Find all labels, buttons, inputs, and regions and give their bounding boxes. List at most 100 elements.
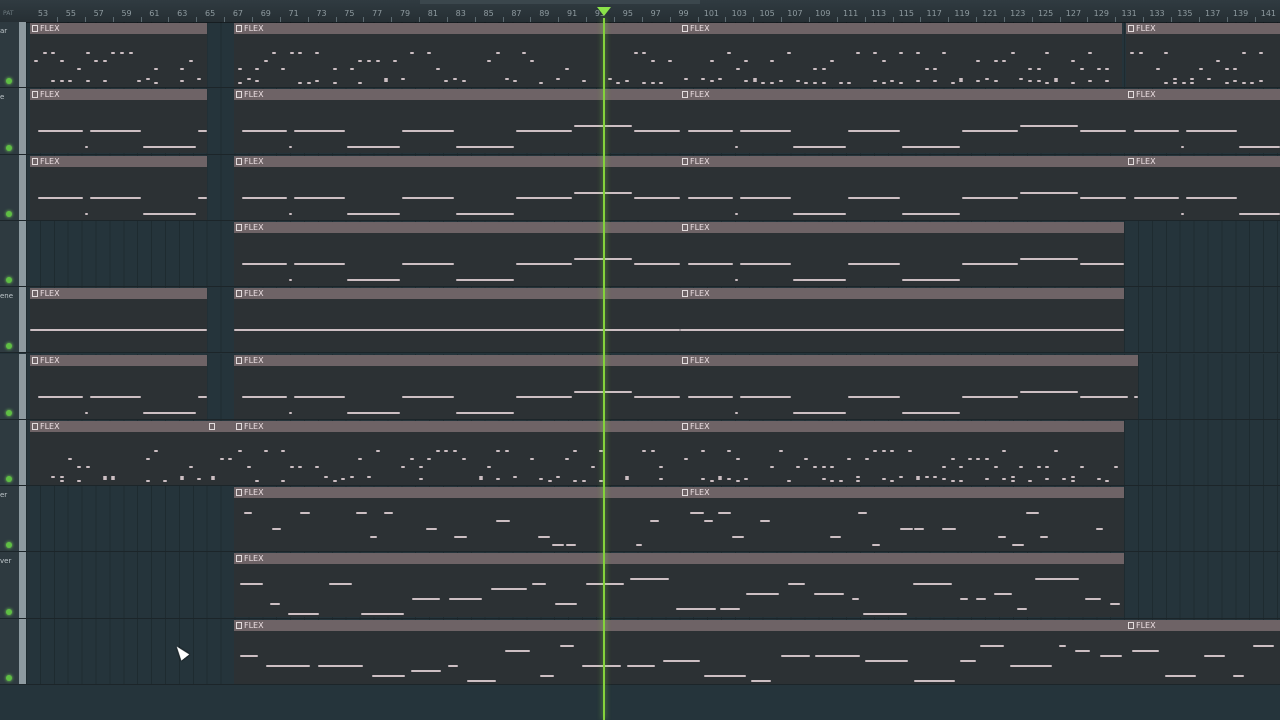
track-resize-grip[interactable] (19, 618, 26, 684)
pattern-clip[interactable]: FLEX (30, 23, 207, 87)
clip-header[interactable]: FLEX (1126, 89, 1280, 101)
pattern-clip[interactable]: FLEX (30, 155, 207, 220)
clip-header[interactable]: FLEX (234, 288, 680, 300)
track-resize-grip[interactable] (19, 419, 26, 486)
track-mute-led-icon[interactable] (6, 277, 12, 284)
track-header[interactable]: er (0, 486, 20, 552)
pattern-box-icon[interactable] (682, 356, 688, 364)
clip-header[interactable]: FLEX (234, 420, 680, 432)
clip-header[interactable]: FLEX (680, 487, 1124, 499)
track-mute-led-icon[interactable] (6, 476, 12, 483)
pattern-box-icon[interactable] (236, 157, 242, 165)
pattern-clip[interactable]: FLEX (680, 23, 1122, 87)
playlist-track[interactable]: e FLEX FLEX FLEX FLEX (0, 88, 1280, 155)
clip-header[interactable]: FLEX (30, 155, 207, 167)
track-resize-grip[interactable] (19, 220, 26, 287)
pattern-clip[interactable]: FLEX (234, 420, 680, 485)
clip-header[interactable]: FLEX (234, 155, 680, 167)
track-mute-led-icon[interactable] (6, 608, 12, 615)
pattern-box-icon[interactable] (32, 157, 38, 165)
pattern-clip[interactable]: FLEX (680, 354, 1138, 419)
clip-header[interactable]: FLEX (1126, 23, 1280, 34)
playlist-track[interactable]: ene FLEX FLEX FLEX (0, 287, 1280, 354)
pattern-clip[interactable]: FLEX (1126, 619, 1280, 684)
pattern-box-icon[interactable] (682, 223, 688, 231)
pattern-box-icon[interactable] (682, 422, 688, 430)
playlist-track[interactable]: FLEX FLEX (0, 618, 1280, 685)
pattern-box-icon[interactable] (32, 422, 38, 430)
pattern-box-icon[interactable] (682, 157, 688, 165)
pattern-clip[interactable]: FLEX (680, 155, 1126, 220)
pattern-box-icon[interactable] (1128, 621, 1134, 629)
track-mute-led-icon[interactable] (6, 542, 12, 549)
playhead-marker-icon[interactable] (597, 7, 611, 16)
track-mute-led-icon[interactable] (6, 343, 12, 350)
clip-header[interactable]: FLEX (680, 354, 1138, 366)
pattern-clip[interactable]: FLEX (1126, 23, 1280, 87)
track-mute-led-icon[interactable] (6, 409, 12, 416)
playlist-track[interactable]: FLEX FLEX FLEX FLEX (0, 154, 1280, 221)
track-mute-led-icon[interactable] (6, 144, 12, 151)
track-resize-grip[interactable] (19, 154, 26, 220)
track-mute-led-icon[interactable] (6, 210, 12, 217)
track-header[interactable] (0, 419, 20, 486)
clip-header[interactable]: FLEX (30, 420, 207, 432)
pattern-box-icon[interactable] (236, 621, 242, 629)
clip-header[interactable]: FLEX (680, 23, 1122, 34)
pattern-clip[interactable]: FLEX (234, 354, 680, 419)
pattern-clip[interactable]: FLEX (30, 420, 207, 485)
track-resize-grip[interactable] (19, 552, 26, 618)
playlist-track[interactable]: ver FLEX (0, 552, 1280, 619)
pattern-clip[interactable]: FLEX (234, 155, 680, 220)
track-resize-grip[interactable] (19, 353, 26, 419)
clip-header[interactable] (207, 420, 234, 432)
pattern-clip[interactable]: FLEX (234, 487, 680, 552)
track-header[interactable] (0, 618, 20, 684)
clip-header[interactable]: FLEX (680, 221, 1124, 233)
pattern-clip[interactable]: FLEX (30, 288, 207, 353)
pattern-box-icon[interactable] (209, 422, 215, 430)
track-header[interactable] (0, 353, 20, 419)
clip-header[interactable]: FLEX (680, 420, 1124, 432)
pattern-box-icon[interactable] (1128, 157, 1134, 165)
playlist-track[interactable]: FLEX FLEX (0, 220, 1280, 288)
clip-header[interactable]: FLEX (30, 354, 207, 366)
track-resize-grip[interactable] (19, 88, 26, 154)
pattern-box-icon[interactable] (236, 422, 242, 430)
track-mute-led-icon[interactable] (6, 674, 12, 681)
playlist-track[interactable]: FLEX FLEX FLEX (0, 419, 1280, 487)
playhead-line[interactable] (603, 18, 605, 720)
pattern-clip[interactable]: FLEX (234, 288, 680, 353)
pattern-box-icon[interactable] (682, 25, 688, 32)
clip-header[interactable]: FLEX (30, 23, 207, 34)
track-header[interactable]: e (0, 88, 20, 154)
track-header[interactable] (0, 154, 20, 220)
pattern-box-icon[interactable] (682, 489, 688, 497)
clip-header[interactable]: FLEX (1126, 155, 1280, 167)
track-header[interactable]: ene (0, 287, 20, 353)
clip-header[interactable]: FLEX (30, 89, 207, 101)
pattern-clip[interactable]: FLEX (1126, 89, 1280, 154)
pattern-box-icon[interactable] (32, 290, 38, 298)
pattern-box-icon[interactable] (32, 25, 38, 32)
pattern-clip[interactable]: FLEX (234, 619, 1126, 684)
pattern-box-icon[interactable] (236, 25, 242, 32)
pattern-clip[interactable]: FLEX (1126, 155, 1280, 220)
clip-header[interactable]: FLEX (234, 487, 680, 499)
pattern-clip[interactable]: FLEX (680, 487, 1124, 552)
clip-header[interactable]: FLEX (234, 553, 1124, 565)
track-header[interactable]: ver (0, 552, 20, 618)
pattern-clip[interactable] (207, 420, 234, 485)
track-mute-led-icon[interactable] (6, 78, 12, 85)
pattern-box-icon[interactable] (236, 91, 242, 99)
pattern-box-icon[interactable] (1128, 91, 1134, 99)
clip-header[interactable]: FLEX (680, 89, 1126, 101)
pattern-clip[interactable]: FLEX (234, 221, 680, 286)
playlist-track[interactable]: FLEX FLEX FLEX (0, 353, 1280, 420)
clip-header[interactable]: FLEX (1126, 619, 1280, 631)
pattern-clip[interactable]: FLEX (680, 221, 1124, 286)
track-header[interactable]: ar (0, 22, 20, 88)
pattern-box-icon[interactable] (32, 91, 38, 99)
clip-header[interactable]: FLEX (234, 221, 680, 233)
clip-header[interactable]: FLEX (234, 354, 680, 366)
